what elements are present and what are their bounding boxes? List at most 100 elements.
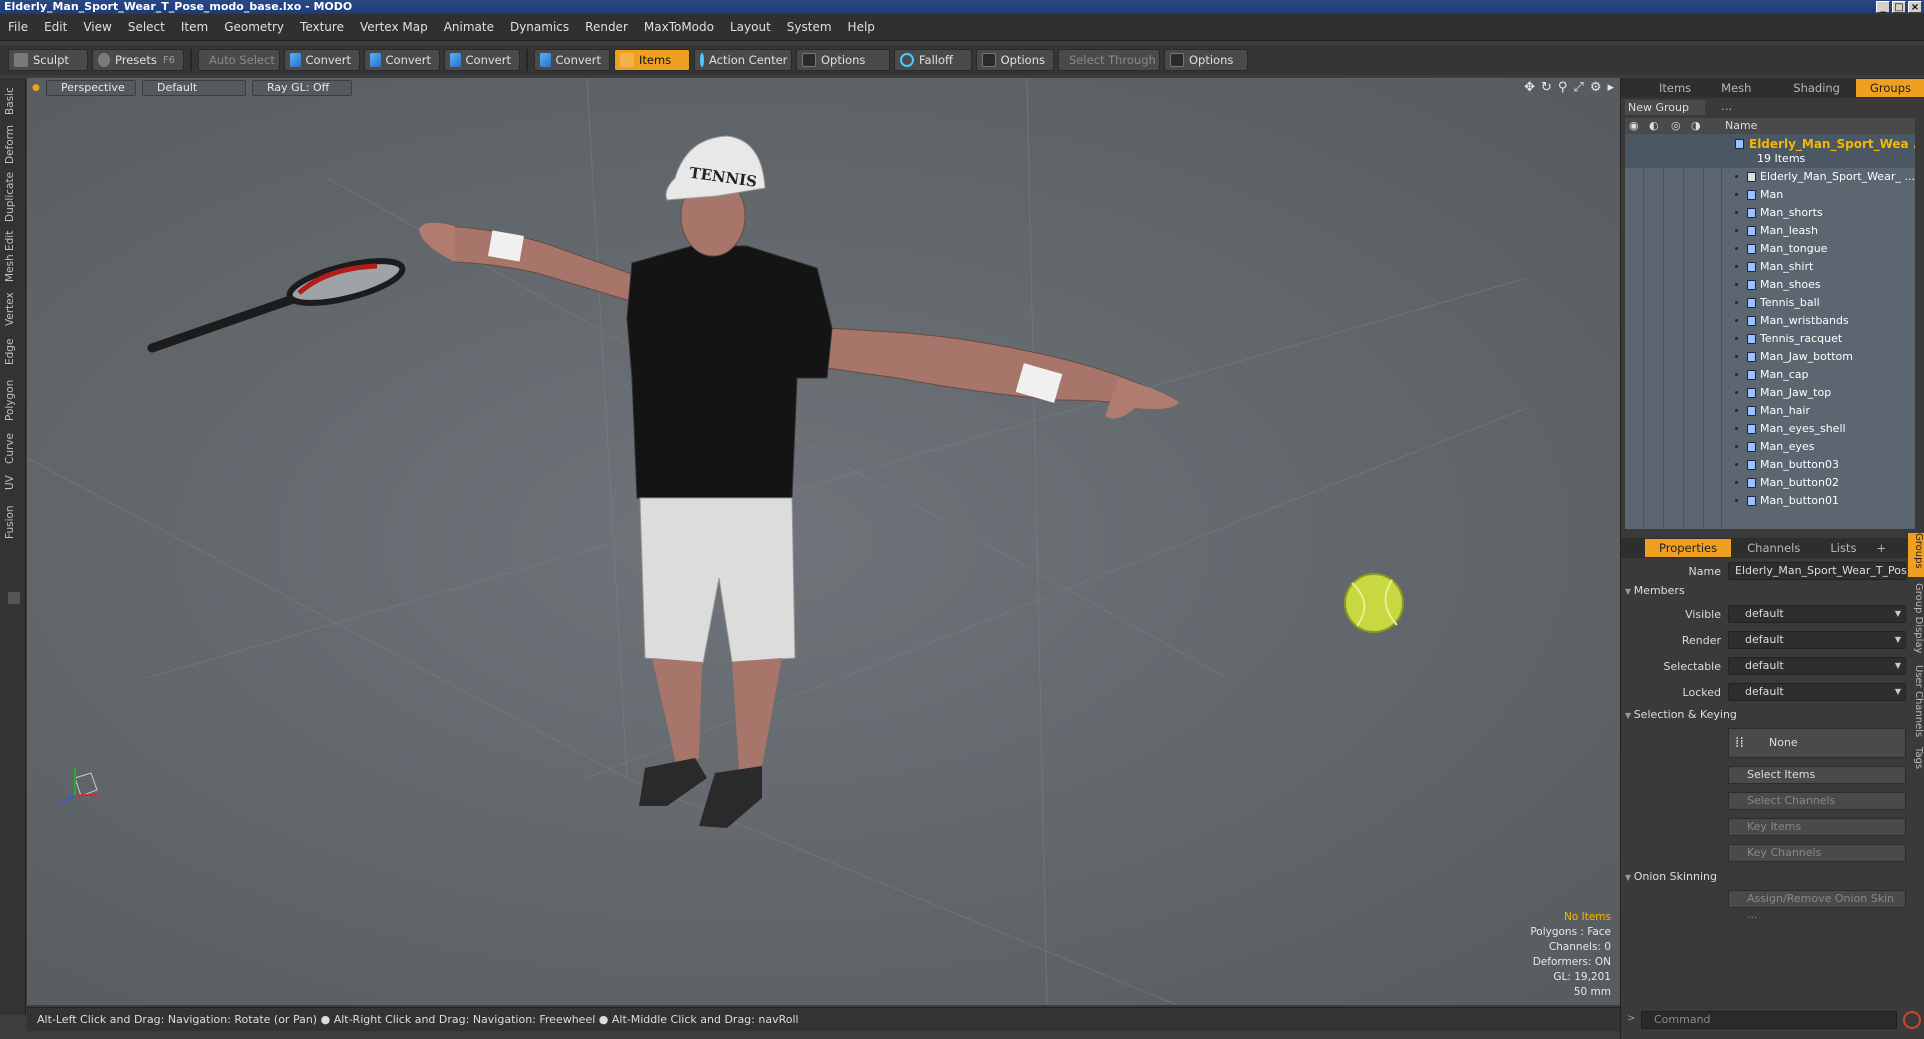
list-item[interactable]: Tennis_racquet [1625, 330, 1915, 348]
group-name-field[interactable]: Elderly_Man_Sport_Wear_T_Pos [1728, 562, 1907, 580]
members-section[interactable]: Members [1625, 584, 1685, 597]
list-item[interactable]: Tennis_ball [1625, 294, 1915, 312]
menu-vertex-map[interactable]: Vertex Map [360, 20, 428, 34]
convert-button-4[interactable]: Convert [534, 49, 610, 71]
select-items-button[interactable]: Select Items [1728, 766, 1906, 784]
list-item[interactable]: Man [1625, 186, 1915, 204]
vtab-user-channels[interactable]: User Channels [1908, 665, 1924, 739]
action-center-button[interactable]: Action Center [694, 49, 792, 71]
vtab-tags[interactable]: Tags [1908, 747, 1924, 775]
tab-uv[interactable]: UV [4, 472, 22, 494]
list-item[interactable]: Man_shoes [1625, 276, 1915, 294]
presets-button[interactable]: Presets F6 [92, 49, 184, 71]
falloff-button[interactable]: Falloff [894, 49, 972, 71]
expand-arrow-icon[interactable]: ▸ [1607, 80, 1614, 95]
tab-lists[interactable]: Lists [1816, 539, 1870, 557]
tab-channels[interactable]: Channels [1733, 539, 1814, 557]
select-channels-button[interactable]: Select Channels [1728, 792, 1906, 810]
tab-polygon[interactable]: Polygon [4, 376, 22, 424]
menu-system[interactable]: System [787, 20, 832, 34]
menu-edit[interactable]: Edit [44, 20, 67, 34]
list-item[interactable]: Man_tongue [1625, 240, 1915, 258]
menu-animate[interactable]: Animate [444, 20, 494, 34]
list-item[interactable]: Man_button02 [1625, 474, 1915, 492]
options-button-1[interactable]: Options [796, 49, 890, 71]
add-tab-button[interactable]: + [1872, 539, 1890, 557]
menu-texture[interactable]: Texture [300, 20, 344, 34]
record-icon[interactable] [1903, 1011, 1921, 1029]
vtab-group-display[interactable]: Group Display [1908, 583, 1924, 657]
tab-items[interactable]: Items [1645, 79, 1705, 97]
list-item[interactable]: Man_eyes [1625, 438, 1915, 456]
list-item[interactable]: Man_shorts [1625, 204, 1915, 222]
tab-edge[interactable]: Edge [4, 336, 22, 368]
tab-groups[interactable]: Groups [1855, 79, 1924, 97]
key-channels-button[interactable]: Key Channels [1728, 844, 1906, 862]
render-dropdown[interactable]: default [1728, 631, 1906, 649]
viewport-menu-icon[interactable]: ● [32, 80, 40, 96]
sculpt-button[interactable]: Sculpt [8, 49, 88, 71]
name-column-header[interactable]: Name [1725, 118, 1757, 134]
menu-view[interactable]: View [83, 20, 111, 34]
tab-expand-icon[interactable] [8, 592, 20, 604]
menu-select[interactable]: Select [128, 20, 165, 34]
menu-dynamics[interactable]: Dynamics [510, 20, 569, 34]
assign-onion-skin-button[interactable]: Assign/Remove Onion Skin ... [1728, 890, 1906, 921]
menu-geometry[interactable]: Geometry [224, 20, 284, 34]
menu-maxtomodo[interactable]: MaxToModo [644, 20, 714, 34]
tennis-racquet[interactable] [147, 252, 406, 353]
list-item[interactable]: Man_eyes_shell [1625, 420, 1915, 438]
minimize-button[interactable]: _ [1876, 1, 1890, 13]
convert-button-3[interactable]: Convert [444, 49, 520, 71]
command-input[interactable]: Command [1641, 1011, 1897, 1029]
locked-dropdown[interactable]: default [1728, 683, 1906, 701]
tab-duplicate[interactable]: Duplicate [4, 172, 22, 222]
3d-viewport[interactable]: TENNIS [27, 78, 1620, 1005]
shading-dropdown[interactable]: Default [142, 80, 246, 96]
list-item[interactable]: Man_Jaw_top [1625, 384, 1915, 402]
zoom-icon[interactable]: ⚲ [1558, 80, 1568, 95]
list-item[interactable]: Man_wristbands [1625, 312, 1915, 330]
tab-mesh-edit[interactable]: Mesh Edit [4, 230, 22, 282]
tab-vertex[interactable]: Vertex [4, 290, 22, 328]
list-item[interactable]: Man_Jaw_bottom [1625, 348, 1915, 366]
list-item[interactable]: Man_hair [1625, 402, 1915, 420]
tab-properties[interactable]: Properties [1645, 539, 1732, 557]
convert-button-1[interactable]: Convert [284, 49, 360, 71]
rotate-icon[interactable]: ↻ [1541, 80, 1552, 95]
view-type-dropdown[interactable]: Perspective [46, 80, 136, 96]
tab-deform[interactable]: Deform [4, 124, 22, 164]
tab-basic[interactable]: Basic [4, 84, 22, 118]
fit-icon[interactable]: ⤢ [1573, 80, 1583, 95]
new-group-button[interactable]: New Group [1625, 100, 1705, 115]
options-button-3[interactable]: Options [1164, 49, 1248, 71]
list-item[interactable]: Man_leash [1625, 222, 1915, 240]
settings-gear-icon[interactable]: ⚙ [1590, 80, 1602, 95]
options-button-2[interactable]: Options [976, 49, 1054, 71]
menu-item[interactable]: Item [181, 20, 208, 34]
raygl-toggle[interactable]: Ray GL: Off [252, 80, 352, 96]
menu-layout[interactable]: Layout [730, 20, 771, 34]
list-item[interactable]: Elderly_Man_Sport_Wear_ ... [1625, 168, 1915, 186]
none-button[interactable]: ⁞⁞ None [1728, 728, 1906, 758]
tab-fusion[interactable]: Fusion [4, 502, 22, 542]
list-item[interactable]: Man_button01 [1625, 492, 1915, 510]
select-through-button[interactable]: Select Through [1058, 49, 1160, 71]
vtab-groups[interactable]: Groups [1908, 533, 1924, 577]
selectable-dropdown[interactable]: default [1728, 657, 1906, 675]
pan-icon[interactable]: ✥ [1524, 80, 1535, 95]
tennis-ball[interactable] [1344, 573, 1404, 633]
convert-button-2[interactable]: Convert [364, 49, 440, 71]
selection-keying-section[interactable]: Selection & Keying [1625, 708, 1737, 721]
onion-skinning-section[interactable]: Onion Skinning [1625, 870, 1717, 883]
list-item[interactable]: Man_cap [1625, 366, 1915, 384]
auto-select-button[interactable]: Auto Select [198, 49, 280, 71]
menu-render[interactable]: Render [585, 20, 628, 34]
tab-curve[interactable]: Curve [4, 432, 22, 466]
list-item[interactable]: Man_button03 [1625, 456, 1915, 474]
close-button[interactable]: × [1908, 1, 1922, 13]
tab-shading[interactable]: Shading [1779, 79, 1854, 97]
group-root-row[interactable]: Elderly_Man_Sport_Wea ... 19 Items [1625, 134, 1915, 168]
menu-file[interactable]: File [8, 20, 28, 34]
visible-dropdown[interactable]: default [1728, 605, 1906, 623]
